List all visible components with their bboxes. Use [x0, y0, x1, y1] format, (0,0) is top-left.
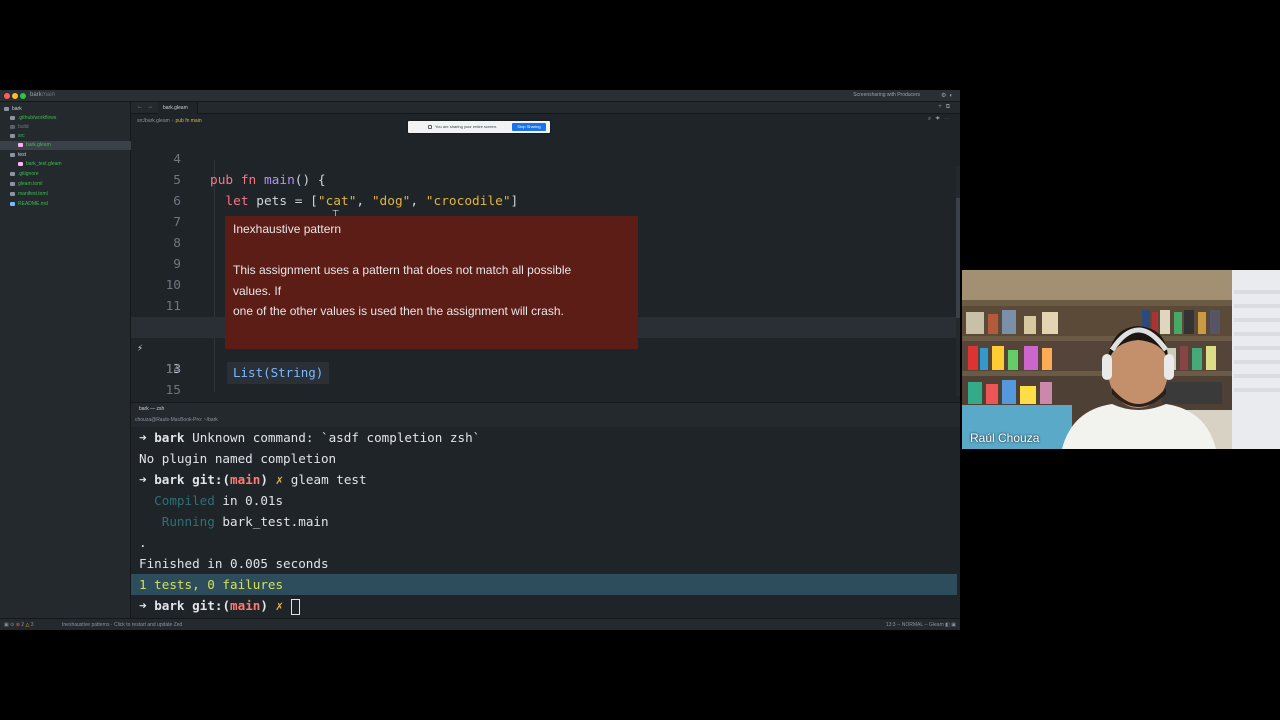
- terminal-cursor: [290, 598, 300, 615]
- close-window-button[interactable]: [4, 93, 10, 99]
- status-right: 13:3 -- NORMAL -- Gleam ◧ ▣: [885, 622, 956, 628]
- tree-item-bark-gleam[interactable]: bark.gleam: [0, 141, 131, 150]
- tree-item-manifest-toml[interactable]: manifest.toml: [0, 190, 131, 199]
- folder-icon: [10, 133, 15, 138]
- terminal-prompt[interactable]: ➜ bark git:(main) ✗: [131, 595, 957, 616]
- tree-item-gleam-toml[interactable]: gleam.toml: [0, 180, 131, 189]
- folder-icon: [4, 106, 9, 111]
- terminal-line: Finished in 0.005 seconds: [139, 556, 329, 571]
- status-message[interactable]: Inexhaustive patterns · Click to restart…: [62, 619, 182, 630]
- terminal-line: ➜ bark git:(main) ✗ gleam test: [139, 472, 367, 487]
- tooltip-title: Inexhaustive pattern: [233, 222, 342, 236]
- tooltip-body-line: values. If: [233, 283, 282, 298]
- tooltip-body-line: one of the other values is used then the…: [233, 304, 564, 319]
- status-bar: ▣ ⊙ ⊗ 2 △ 3 Inexhaustive patterns · Clic…: [0, 618, 960, 630]
- error-count-icon: ⊗: [15, 622, 20, 628]
- folder-icon: [10, 124, 15, 129]
- gleam-file-icon: [18, 161, 23, 166]
- diagnostics-summary[interactable]: ▣ ⊙ ⊗ 2 △ 3: [4, 619, 34, 630]
- diagnostic-tooltip: Inexhaustive pattern This assignment use…: [225, 216, 638, 349]
- screen-share-text: You are sharing your entire screen.: [435, 124, 498, 129]
- project-name[interactable]: bark: [30, 92, 42, 98]
- code-line[interactable]: 7 let [pet, ..] = list.shuffle(pets): [131, 191, 960, 251]
- terminal-line: Running bark_test.main: [161, 514, 329, 529]
- nav-arrows-icon[interactable]: ←→: [137, 104, 157, 110]
- terminal-title: chouza@Rauls-MacBook-Pro: ~/bark: [131, 414, 960, 427]
- folder-icon: [10, 152, 15, 157]
- warning-count-icon: △: [25, 622, 30, 628]
- tab-actions-icons[interactable]: +⧉: [938, 104, 954, 111]
- terminal-line: Compiled in 0.01s: [154, 493, 284, 508]
- file-icon: [10, 181, 15, 186]
- tree-item-test[interactable]: test: [0, 151, 131, 160]
- participant-name: Raúl Chouza: [970, 431, 1040, 445]
- file-icon: [10, 171, 15, 176]
- folder-icon: [10, 115, 15, 120]
- editor-window: bark main Screensharing with Producers ⚙…: [0, 90, 960, 630]
- minimize-window-button[interactable]: [12, 93, 18, 99]
- editor-scrollbar-thumb[interactable]: [956, 198, 960, 318]
- terminal-line: .: [139, 535, 147, 550]
- markdown-file-icon: [10, 201, 15, 206]
- vim-mode: -- NORMAL --: [896, 622, 928, 628]
- webcam-scene: [962, 270, 1280, 449]
- webcam-video: Raúl Chouza: [962, 270, 1280, 449]
- tab-bar: ←→ bark.gleam +⧉: [131, 102, 960, 114]
- tree-item-bark-test-gleam[interactable]: bark_test.gleam: [0, 160, 131, 169]
- code-line[interactable]: 6: [131, 170, 960, 209]
- tree-item-readme[interactable]: README.md: [0, 200, 131, 209]
- terminal-line: No plugin named completion: [139, 451, 337, 466]
- cursor-position[interactable]: 13:3: [886, 622, 896, 628]
- breadcrumb-path[interactable]: src/bark.gleam: [137, 118, 170, 124]
- title-bar: bark main Screensharing with Producers ⚙…: [0, 90, 960, 102]
- maximize-window-button[interactable]: [20, 93, 26, 99]
- screen-share-banner: You are sharing your entire screen. Stop…: [408, 121, 550, 133]
- gleam-file-icon: [18, 142, 23, 147]
- screen-share-icon: [428, 125, 432, 129]
- terminal[interactable]: ➜ bark Unknown command: `asdf completion…: [131, 427, 960, 618]
- screenshare-label[interactable]: Screensharing with Producers: [853, 92, 920, 98]
- tooltip-body-line: This assignment uses a pattern that does…: [233, 263, 572, 278]
- tree-item-bark[interactable]: bark: [0, 105, 131, 114]
- breadcrumb-symbol[interactable]: pub fn main: [175, 118, 201, 124]
- terminal-line: ➜ bark Unknown command: `asdf completion…: [139, 430, 481, 445]
- tab-bark-gleam[interactable]: bark.gleam: [158, 102, 198, 114]
- code-line[interactable]: 5 let pets = ["cat", "dog", "crocodile"]: [131, 149, 960, 209]
- branch-name[interactable]: main: [42, 92, 55, 98]
- type-hint-popup: List(String): [227, 362, 330, 384]
- file-icon: [10, 191, 15, 196]
- terminal-tab-bar: bark — zsh: [131, 402, 960, 414]
- terminal-line-highlighted: 1 tests, 0 failures: [131, 574, 957, 595]
- breadcrumb-separator: ›: [171, 118, 174, 124]
- tree-item-build[interactable]: build: [0, 123, 131, 132]
- project-panel: bark .github/workflows build src bark.gl…: [0, 102, 131, 618]
- tree-item-github-workflows[interactable]: .github/workflows: [0, 114, 131, 123]
- tree-item-src[interactable]: src: [0, 132, 131, 141]
- title-bar-icons[interactable]: ⚙◐: [941, 92, 956, 99]
- language-selector[interactable]: Gleam: [929, 622, 944, 628]
- tree-item-gitignore[interactable]: .gitignore: [0, 170, 131, 179]
- stop-sharing-button[interactable]: Stop Sharing: [512, 123, 546, 131]
- editor-actions-icons[interactable]: ⌕✦⋯: [928, 116, 954, 123]
